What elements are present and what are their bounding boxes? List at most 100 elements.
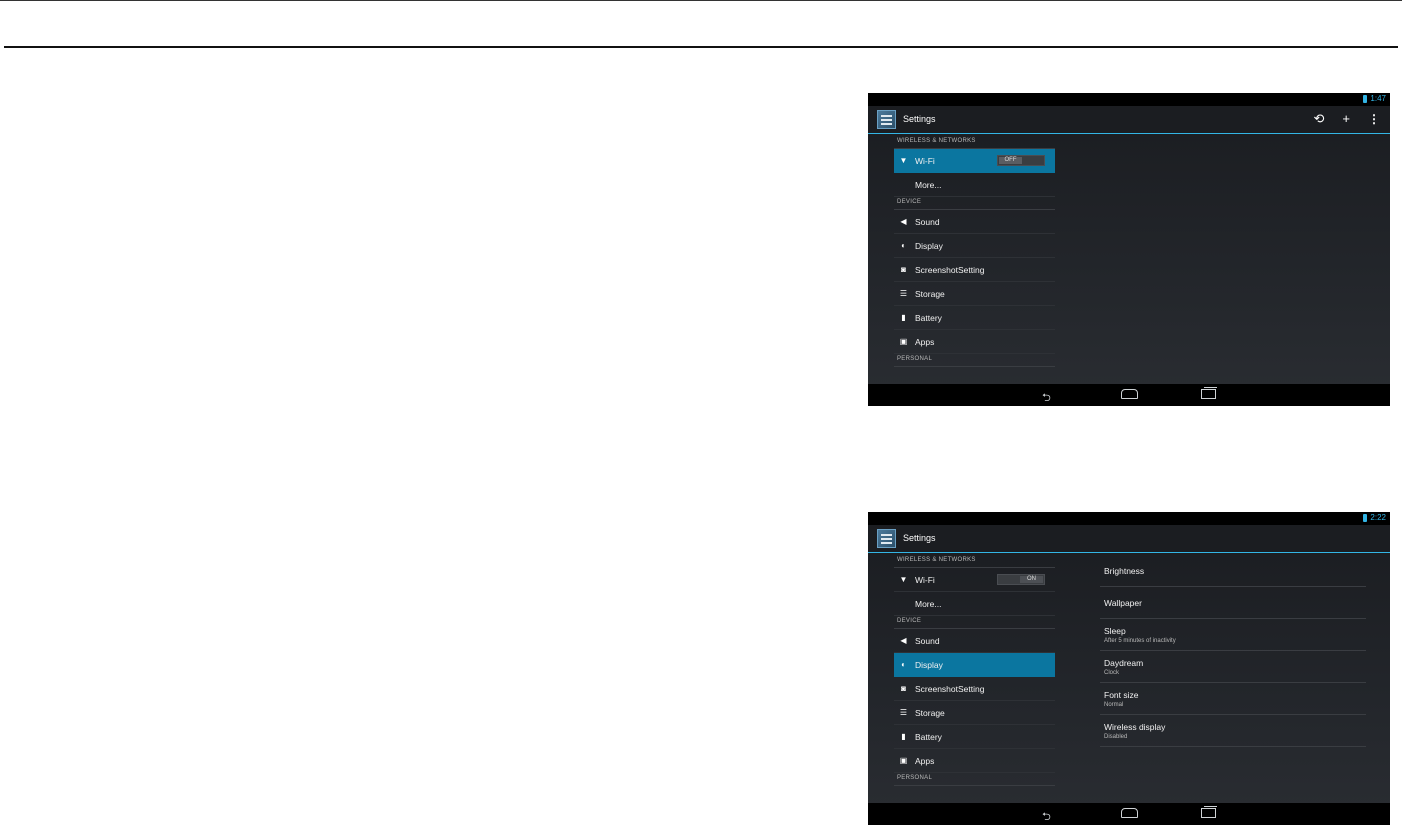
- settings-screenshot-wifi: 1:47 Settings ⟲ + ⋮ WIRELESS & NETWORKS …: [868, 93, 1390, 406]
- setting-subtitle: Clock: [1104, 669, 1120, 676]
- speaker-icon: ◀: [900, 217, 907, 226]
- wifi-icon: ▼: [899, 575, 908, 584]
- status-time: 1:47: [1370, 94, 1386, 103]
- battery-label: Battery: [915, 312, 942, 323]
- setting-title: Sleep: [1104, 625, 1126, 636]
- home-icon[interactable]: [1121, 389, 1138, 402]
- display-setting-font-size[interactable]: Font size Normal: [1100, 683, 1366, 715]
- status-right: 2:22: [1363, 513, 1386, 522]
- screenshot-label: ScreenshotSetting: [915, 683, 985, 694]
- navigation-bar: ⮌: [868, 384, 1390, 406]
- setting-subtitle: Normal: [1104, 701, 1124, 708]
- settings-item-screenshot[interactable]: ◙ ScreenshotSetting: [894, 677, 1055, 701]
- display-label: Display: [915, 240, 943, 251]
- app-title: Settings: [903, 533, 936, 543]
- speaker-icon: ◀: [900, 636, 907, 645]
- settings-list: WIRELESS & NETWORKS ▼ Wi-Fi OFF More... …: [894, 136, 1055, 367]
- apps-icon: ▣: [899, 756, 908, 765]
- storage-icon: ☰: [899, 289, 908, 298]
- action-bar: Settings ⟲ + ⋮: [868, 106, 1390, 134]
- setting-title: Wireless display: [1104, 721, 1166, 732]
- settings-item-storage[interactable]: ☰ Storage: [894, 701, 1055, 725]
- storage-label: Storage: [915, 707, 945, 718]
- action-bar: Settings: [868, 525, 1390, 553]
- battery-setting-icon: ▮: [901, 732, 906, 741]
- settings-item-apps[interactable]: ▣ Apps: [894, 330, 1055, 354]
- settings-item-more[interactable]: More...: [894, 173, 1055, 197]
- camera-icon: ◙: [901, 265, 906, 274]
- settings-item-battery[interactable]: ▮ Battery: [894, 725, 1055, 749]
- settings-item-wifi[interactable]: ▼ Wi-Fi ON: [894, 568, 1055, 592]
- wifi-toggle-state: ON: [1020, 576, 1043, 583]
- wifi-toggle-state: OFF: [999, 157, 1022, 164]
- back-icon[interactable]: ⮌: [1042, 389, 1051, 406]
- display-setting-daydream[interactable]: Daydream Clock: [1100, 651, 1366, 683]
- settings-item-sound[interactable]: ◀ Sound: [894, 210, 1055, 234]
- wifi-toggle[interactable]: OFF: [997, 155, 1045, 166]
- settings-item-battery[interactable]: ▮ Battery: [894, 306, 1055, 330]
- storage-icon: ☰: [899, 708, 908, 717]
- settings-app-icon[interactable]: [877, 110, 896, 129]
- action-bar-buttons: ⟲ + ⋮: [1314, 112, 1381, 127]
- section-header-device: DEVICE: [894, 197, 1055, 210]
- status-time: 2:22: [1370, 513, 1386, 522]
- back-icon[interactable]: ⮌: [1042, 808, 1051, 825]
- section-header-personal: PERSONAL: [894, 354, 1055, 367]
- setting-title: Brightness: [1104, 565, 1145, 576]
- settings-item-apps[interactable]: ▣ Apps: [894, 749, 1055, 773]
- storage-label: Storage: [915, 288, 945, 299]
- recent-apps-icon[interactable]: [1201, 387, 1217, 402]
- apps-label: Apps: [915, 336, 935, 347]
- sync-icon[interactable]: ⟲: [1314, 112, 1325, 126]
- home-icon[interactable]: [1121, 808, 1138, 821]
- settings-screenshot-display: 2:22 Settings WIRELESS & NETWORKS ▼ Wi-F…: [868, 512, 1390, 825]
- display-setting-sleep[interactable]: Sleep After 5 minutes of inactivity: [1100, 619, 1366, 651]
- section-header-device: DEVICE: [894, 616, 1055, 629]
- settings-item-wifi[interactable]: ▼ Wi-Fi OFF: [894, 149, 1055, 173]
- settings-item-screenshot[interactable]: ◙ ScreenshotSetting: [894, 258, 1055, 282]
- brightness-icon: ◐: [901, 660, 906, 669]
- wifi-toggle[interactable]: ON: [997, 574, 1045, 585]
- section-header-personal: PERSONAL: [894, 773, 1055, 786]
- status-bar: 2:22: [868, 512, 1390, 525]
- more-label: More...: [915, 598, 942, 609]
- display-setting-wireless-display[interactable]: Wireless display Disabled: [1100, 715, 1366, 747]
- section-header-wireless: WIRELESS & NETWORKS: [894, 136, 1055, 149]
- overflow-menu-icon[interactable]: ⋮: [1368, 112, 1380, 126]
- page-top-border: [0, 0, 1402, 1]
- apps-label: Apps: [915, 755, 935, 766]
- settings-item-sound[interactable]: ◀ Sound: [894, 629, 1055, 653]
- status-bar: 1:47: [868, 93, 1390, 106]
- setting-title: Wallpaper: [1104, 597, 1142, 608]
- app-title: Settings: [903, 114, 936, 124]
- screenshot-label: ScreenshotSetting: [915, 264, 985, 275]
- section-header-wireless: WIRELESS & NETWORKS: [894, 555, 1055, 568]
- battery-icon: [1363, 513, 1368, 522]
- display-setting-wallpaper[interactable]: Wallpaper: [1100, 587, 1366, 619]
- battery-icon: [1363, 94, 1368, 103]
- setting-title: Daydream: [1104, 657, 1144, 668]
- settings-item-display[interactable]: ◐ Display: [894, 653, 1055, 677]
- settings-item-display[interactable]: ◐ Display: [894, 234, 1055, 258]
- setting-subtitle: Disabled: [1104, 733, 1128, 740]
- display-settings-panel: Brightness Wallpaper Sleep After 5 minut…: [1100, 555, 1366, 747]
- brightness-icon: ◐: [901, 241, 906, 250]
- settings-app-icon[interactable]: [877, 529, 896, 548]
- sound-label: Sound: [915, 216, 940, 227]
- navigation-bar: ⮌: [868, 803, 1390, 825]
- display-setting-brightness[interactable]: Brightness: [1100, 555, 1366, 587]
- add-icon[interactable]: +: [1342, 112, 1350, 126]
- setting-title: Font size: [1104, 689, 1139, 700]
- settings-item-storage[interactable]: ☰ Storage: [894, 282, 1055, 306]
- page-header-rule: [4, 46, 1398, 48]
- status-right: 1:47: [1363, 94, 1386, 103]
- battery-setting-icon: ▮: [901, 313, 906, 322]
- battery-label: Battery: [915, 731, 942, 742]
- camera-icon: ◙: [901, 684, 906, 693]
- setting-subtitle: After 5 minutes of inactivity: [1104, 637, 1176, 644]
- display-label: Display: [915, 659, 943, 670]
- settings-item-more[interactable]: More...: [894, 592, 1055, 616]
- settings-list: WIRELESS & NETWORKS ▼ Wi-Fi ON More... D…: [894, 555, 1055, 786]
- more-label: More...: [915, 179, 942, 190]
- recent-apps-icon[interactable]: [1201, 806, 1217, 821]
